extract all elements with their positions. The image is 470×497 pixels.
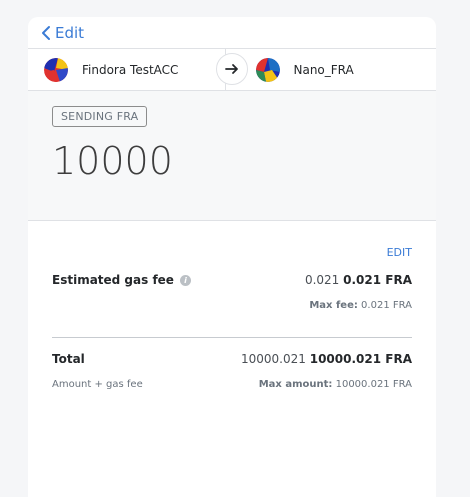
total-label: Total — [52, 352, 85, 366]
divider — [52, 337, 412, 338]
max-fee-row: Max fee: 0.021 FRA — [52, 300, 412, 311]
total-value: 10000.021 10000.021 FRA — [241, 352, 412, 366]
back-label[interactable]: Edit — [55, 24, 84, 42]
sender-name: Findora TestACC — [82, 62, 179, 77]
send-amount-panel: SENDING FRA 10000 — [28, 91, 436, 221]
gas-fee-row: Estimated gas fee i 0.021 0.021 FRA — [52, 273, 412, 287]
edit-gas-link[interactable]: EDIT — [52, 246, 412, 259]
recipient-account: Nano_FRA — [226, 49, 437, 90]
chevron-left-icon — [42, 25, 50, 40]
max-amount-label: Max amount: — [258, 379, 333, 390]
gas-fee-value: 0.021 0.021 FRA — [305, 273, 412, 287]
max-amount-value: 10000.021 FRA — [335, 379, 412, 390]
arrow-right-icon — [225, 64, 238, 74]
total-sub-label: Amount + gas fee — [52, 379, 143, 390]
gas-fee-value-bold: 0.021 FRA — [343, 273, 412, 287]
sender-avatar-icon — [44, 57, 68, 82]
gas-fee-label-group: Estimated gas fee i — [52, 273, 191, 287]
total-value-light: 10000.021 — [241, 352, 306, 366]
sending-chip: SENDING FRA — [52, 106, 148, 127]
total-row: Total 10000.021 10000.021 FRA — [52, 352, 412, 366]
send-amount: 10000 — [52, 139, 173, 183]
max-fee-value: 0.021 FRA — [361, 300, 412, 311]
max-amount-row: Amount + gas fee Max amount: 10000.021 F… — [52, 379, 412, 390]
gas-fee-label: Estimated gas fee — [52, 273, 174, 287]
confirm-transaction-card: Edit Findora TestACC Nano_FRA SENDING FR… — [28, 17, 436, 497]
recipient-name: Nano_FRA — [293, 62, 354, 77]
info-icon[interactable]: i — [179, 274, 191, 286]
total-value-bold: 10000.021 FRA — [309, 352, 412, 366]
gas-fee-value-light: 0.021 — [304, 273, 340, 287]
sender-account: Findora TestACC — [28, 49, 226, 90]
transfer-direction-button — [216, 53, 248, 85]
max-fee-label: Max fee: — [309, 300, 358, 311]
recipient-avatar-icon — [255, 57, 280, 82]
edit-back-button[interactable]: Edit — [28, 17, 436, 48]
max-amount-group: Max amount: 10000.021 FRA — [259, 379, 412, 390]
transaction-details: EDIT Estimated gas fee i 0.021 0.021 FRA… — [28, 246, 436, 390]
max-fee-value-group: Max fee: 0.021 FRA — [309, 300, 412, 311]
accounts-row: Findora TestACC Nano_FRA — [28, 48, 436, 91]
